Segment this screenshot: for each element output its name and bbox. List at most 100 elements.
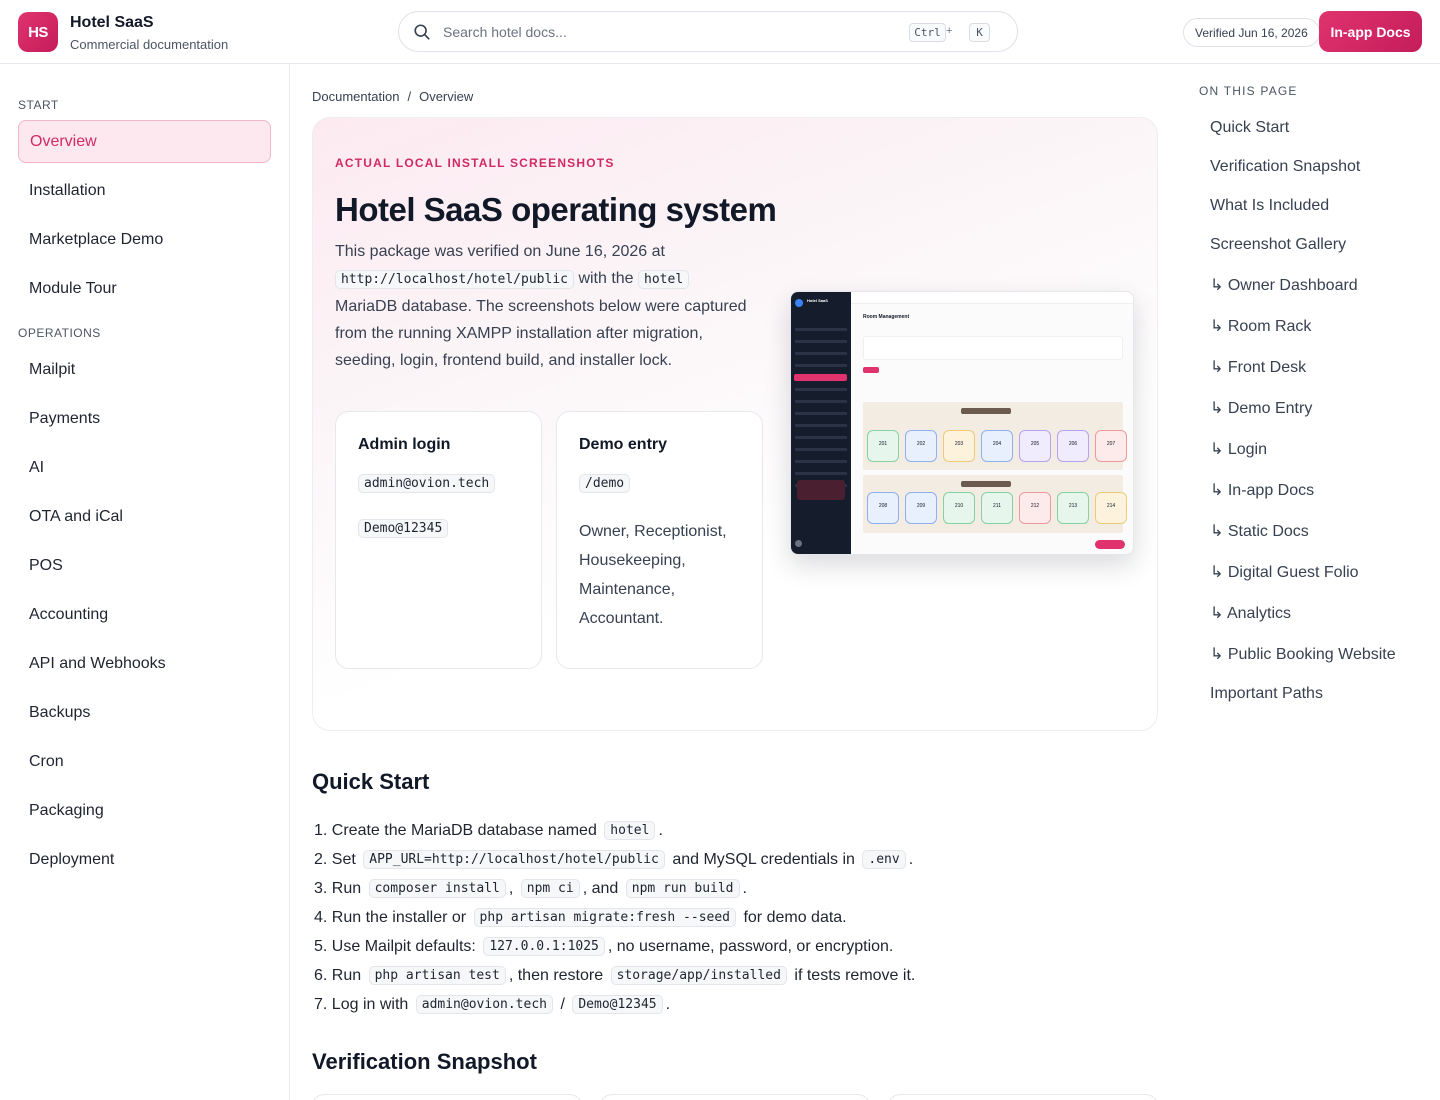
hero-description: This package was verified on June 16, 20…: [335, 238, 755, 374]
toc-item-static-docs[interactable]: ↳ Static Docs: [1210, 521, 1309, 541]
sidebar-item-accounting[interactable]: Accounting: [18, 593, 271, 636]
step-text: Create the MariaDB database named: [331, 821, 597, 839]
toc-item-analytics[interactable]: ↳ Analytics: [1210, 603, 1291, 623]
room-card: 203: [943, 430, 975, 462]
screenshot-app-name: Hotel SaaS: [807, 298, 828, 303]
sidebar-item-ai[interactable]: AI: [18, 446, 271, 489]
hero-text-2: with the: [578, 270, 634, 287]
list-item: 2. Set APP_URL=http://localhost/hotel/pu…: [314, 845, 915, 874]
toc-item-verification-snapshot[interactable]: Verification Snapshot: [1210, 158, 1360, 176]
sidebar-section-operations: OPERATIONS: [18, 326, 101, 340]
toc-item-digital-guest-folio[interactable]: ↳ Digital Guest Folio: [1210, 562, 1359, 582]
brand-name: Hotel SaaS: [70, 14, 154, 31]
admin-email: admin@ovion.tech: [358, 474, 496, 493]
sidebar-item-ota-ical[interactable]: OTA and iCal: [18, 495, 271, 538]
hero-eyebrow: ACTUAL LOCAL INSTALL SCREENSHOTS: [335, 156, 615, 170]
logo[interactable]: HS: [18, 12, 58, 52]
step-number: 6.: [314, 966, 328, 984]
step-text: if tests remove it.: [794, 966, 916, 984]
step-code: Demo@12345: [572, 995, 663, 1014]
toc-item-quick-start[interactable]: Quick Start: [1210, 119, 1289, 137]
step-text: Log in with: [331, 995, 409, 1013]
screenshot-nav-active: [794, 374, 847, 381]
sidebar-item-backups[interactable]: Backups: [18, 691, 271, 734]
search-input[interactable]: [443, 22, 883, 42]
list-item: 7. Log in with admin@ovion.tech / Demo@1…: [314, 990, 915, 1019]
toc-item-public-booking-website[interactable]: ↳ Public Booking Website: [1210, 644, 1396, 664]
breadcrumb: Documentation / Overview: [312, 89, 473, 104]
toc-item-in-app-docs[interactable]: ↳ In-app Docs: [1210, 480, 1314, 500]
room-card: 201: [867, 430, 899, 462]
screenshot-topbar: [851, 292, 1133, 304]
sidebar-item-api-webhooks[interactable]: API and Webhooks: [18, 642, 271, 685]
toc-item-owner-dashboard[interactable]: ↳ Owner Dashboard: [1210, 275, 1358, 295]
step-text: Run: [331, 879, 362, 897]
screenshot-hotel-card: [797, 480, 845, 500]
sidebar-item-packaging[interactable]: Packaging: [18, 789, 271, 832]
sidebar-item-cron[interactable]: Cron: [18, 740, 271, 783]
quick-start-steps: 1. Create the MariaDB database named hot…: [314, 816, 915, 1019]
verification-card: [888, 1094, 1158, 1100]
step-code: npm run build: [625, 879, 740, 898]
sidebar-item-overview[interactable]: Overview: [18, 120, 271, 163]
sidebar-item-payments[interactable]: Payments: [18, 397, 271, 440]
demo-roles: Owner, Receptionist, Housekeeping, Maint…: [579, 523, 727, 627]
toc-item-room-rack[interactable]: ↳ Room Rack: [1210, 316, 1311, 336]
sidebar-item-marketplace-demo[interactable]: Marketplace Demo: [18, 218, 271, 261]
search-box[interactable]: Ctrl + K: [398, 11, 1018, 52]
step-number: 2.: [314, 850, 328, 868]
list-item: 6. Run php artisan test, then restore st…: [314, 961, 915, 990]
step-text: , no username, password, or encryption.: [607, 937, 894, 955]
step-code: php artisan test: [368, 966, 506, 985]
step-text: /: [560, 995, 565, 1013]
step-text: Use Mailpit defaults:: [331, 937, 476, 955]
verification-card: [312, 1094, 582, 1100]
list-item: 4. Run the installer or php artisan migr…: [314, 903, 915, 932]
step-code: 127.0.0.1:1025: [483, 937, 605, 956]
step-text: , then restore: [508, 966, 604, 984]
quick-start-heading: Quick Start: [312, 769, 430, 794]
toc-item-front-desk[interactable]: ↳ Front Desk: [1210, 357, 1306, 377]
screenshot-page-title: Room Management: [863, 314, 910, 320]
step-code: composer install: [368, 879, 506, 898]
list-item: 1. Create the MariaDB database named hot…: [314, 816, 915, 845]
room-management-screenshot[interactable]: Hotel SaaS Room Management 201 202 203 2…: [790, 291, 1134, 555]
room-card: 206: [1057, 430, 1089, 462]
hero-text-1: This package was verified on June 16, 20…: [335, 243, 665, 260]
shortcut-k-key: K: [969, 23, 990, 42]
toc-item-login[interactable]: ↳ Login: [1210, 439, 1267, 459]
toc-item-important-paths[interactable]: Important Paths: [1210, 685, 1323, 703]
step-text: Set: [331, 850, 356, 868]
screenshot-nav-items: [795, 328, 847, 331]
step-code: storage/app/installed: [610, 966, 787, 985]
top-bar: HS Hotel SaaS Commercial documentation C…: [0, 0, 1440, 64]
sidebar-item-pos[interactable]: POS: [18, 544, 271, 587]
shortcut-plus: +: [946, 25, 953, 37]
breadcrumb-documentation[interactable]: Documentation: [312, 89, 399, 104]
step-code: admin@ovion.tech: [415, 995, 553, 1014]
step-text: Run the installer or: [331, 908, 467, 926]
step-number: 1.: [314, 821, 328, 839]
screenshot-floor-1-label: [961, 408, 1011, 414]
sidebar-item-deployment[interactable]: Deployment: [18, 838, 271, 881]
toc-item-demo-entry[interactable]: ↳ Demo Entry: [1210, 398, 1312, 418]
room-card: 205: [1019, 430, 1051, 462]
room-card: 208: [867, 492, 899, 524]
room-card: 212: [1019, 492, 1051, 524]
step-text: .: [742, 879, 747, 897]
in-app-docs-button[interactable]: In-app Docs: [1319, 11, 1422, 52]
toc-item-screenshot-gallery[interactable]: Screenshot Gallery: [1210, 236, 1346, 254]
demo-path[interactable]: /demo: [579, 474, 631, 493]
sidebar-item-mailpit[interactable]: Mailpit: [18, 348, 271, 391]
hero-panel: ACTUAL LOCAL INSTALL SCREENSHOTS Hotel S…: [312, 117, 1158, 731]
step-text: , and: [582, 879, 619, 897]
step-number: 5.: [314, 937, 328, 955]
screenshot-filter-active: [863, 367, 879, 373]
sidebar-item-installation[interactable]: Installation: [18, 169, 271, 212]
step-code: php artisan migrate:fresh --seed: [473, 908, 736, 927]
toc-item-what-is-included[interactable]: What Is Included: [1210, 197, 1329, 215]
step-text: .: [658, 821, 663, 839]
sidebar-item-module-tour[interactable]: Module Tour: [18, 267, 271, 310]
sidebar: START Overview Installation Marketplace …: [0, 64, 290, 1100]
step-text: Run: [331, 966, 362, 984]
